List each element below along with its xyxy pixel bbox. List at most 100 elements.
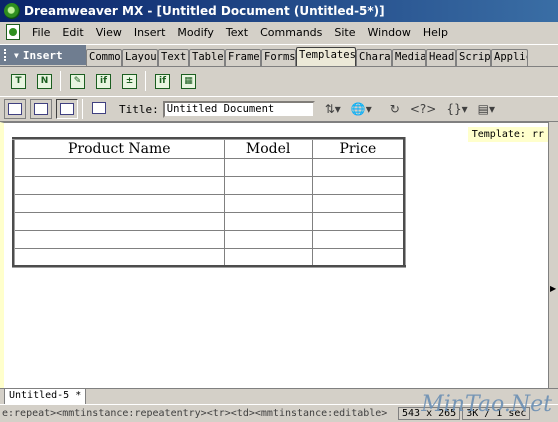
document-icon[interactable] bbox=[6, 24, 20, 40]
menu-view[interactable]: View bbox=[90, 26, 128, 39]
design-view-icon bbox=[60, 103, 74, 115]
dreamweaver-app-icon bbox=[4, 3, 20, 19]
window-title: Dreamweaver MX - [Untitled Document (Unt… bbox=[24, 4, 385, 18]
tab-characters[interactable]: Characters bbox=[356, 49, 392, 66]
tab-frames[interactable]: Frames bbox=[225, 49, 261, 66]
table-cell[interactable] bbox=[13, 194, 225, 213]
table-cell[interactable] bbox=[223, 248, 313, 267]
editable-optional-region-button[interactable]: if bbox=[152, 71, 172, 91]
tag-selector[interactable]: e:repeat><mmtinstance:repeatentry><tr><t… bbox=[0, 408, 396, 419]
column-header-price[interactable]: Price bbox=[311, 138, 406, 159]
table-row bbox=[13, 230, 406, 249]
expand-panel-arrow-icon[interactable]: ▶ bbox=[550, 284, 558, 300]
title-label: Title: bbox=[119, 102, 159, 116]
table-cell[interactable] bbox=[13, 158, 225, 177]
panel-splitter[interactable]: ▶ bbox=[548, 122, 558, 388]
file-management-icon[interactable]: ⇅▾ bbox=[325, 102, 341, 116]
nested-template-icon: N bbox=[37, 73, 52, 89]
title-bar: Dreamweaver MX - [Untitled Document (Unt… bbox=[0, 0, 558, 22]
table-cell[interactable] bbox=[13, 248, 225, 267]
code-view-button[interactable] bbox=[4, 99, 26, 119]
tab-media[interactable]: Media bbox=[392, 49, 426, 66]
code-navigation-icon[interactable]: {}▾ bbox=[446, 102, 467, 116]
table-cell[interactable] bbox=[13, 176, 225, 195]
table-cell[interactable] bbox=[13, 230, 225, 249]
menu-modify[interactable]: Modify bbox=[171, 26, 219, 39]
table-cell[interactable] bbox=[311, 176, 406, 195]
reference-icon[interactable]: <?> bbox=[410, 102, 436, 116]
code-view-icon bbox=[8, 103, 22, 115]
make-nested-template-button[interactable]: N bbox=[34, 71, 54, 91]
tab-text[interactable]: Text bbox=[158, 49, 189, 66]
split-view-button[interactable] bbox=[30, 99, 52, 119]
table-cell[interactable] bbox=[311, 230, 406, 249]
insert-object-strip: T N ✎ if ± if ▦ bbox=[0, 66, 558, 94]
menu-window[interactable]: Window bbox=[362, 26, 417, 39]
menu-bar: File Edit View Insert Modify Text Comman… bbox=[0, 22, 558, 42]
document-tab[interactable]: Untitled-5 * bbox=[4, 389, 87, 405]
table-header-row: Product Name Model Price bbox=[13, 138, 406, 159]
menu-commands[interactable]: Commands bbox=[254, 26, 328, 39]
separator bbox=[82, 99, 83, 119]
table-cell[interactable] bbox=[223, 230, 313, 249]
table-cell[interactable] bbox=[223, 158, 313, 177]
live-data-button[interactable] bbox=[89, 99, 111, 119]
tab-templates[interactable]: Templates bbox=[296, 47, 356, 66]
design-view-button[interactable] bbox=[56, 99, 78, 119]
document-toolbar: Title: ⇅▾ 🌐▾ ↻ <?> {}▾ ▤▾ bbox=[0, 96, 558, 122]
editable-region-button[interactable]: ✎ bbox=[67, 71, 87, 91]
document-title-input[interactable] bbox=[162, 100, 315, 118]
optional-region-button[interactable]: if bbox=[93, 71, 113, 91]
table-cell[interactable] bbox=[311, 158, 406, 177]
repeating-table-icon: ▦ bbox=[181, 73, 196, 89]
tab-head[interactable]: Head bbox=[426, 49, 456, 66]
table-row bbox=[13, 158, 406, 177]
table-row bbox=[13, 176, 406, 195]
table-cell[interactable] bbox=[311, 248, 406, 267]
insert-bar: ▼ Insert Common Layout Text Tables Frame… bbox=[0, 44, 558, 66]
editable-region-icon: ✎ bbox=[70, 73, 85, 89]
table-row bbox=[13, 248, 406, 267]
column-header-model[interactable]: Model bbox=[223, 138, 313, 159]
tab-tables[interactable]: Tables bbox=[189, 49, 225, 66]
insert-panel-header[interactable]: ▼ Insert bbox=[0, 45, 86, 65]
menu-site[interactable]: Site bbox=[328, 26, 361, 39]
table-row bbox=[13, 212, 406, 231]
table-row bbox=[13, 194, 406, 213]
menu-file[interactable]: File bbox=[26, 26, 56, 39]
refresh-icon[interactable]: ↻ bbox=[390, 102, 400, 116]
watermark: MinTao.Net bbox=[421, 392, 552, 417]
preview-in-browser-icon[interactable]: 🌐▾ bbox=[351, 102, 372, 116]
column-header-product-name[interactable]: Product Name bbox=[13, 138, 225, 159]
menu-edit[interactable]: Edit bbox=[56, 26, 89, 39]
template-icon: T bbox=[11, 73, 26, 89]
make-template-button[interactable]: T bbox=[8, 71, 28, 91]
collapse-arrow-icon[interactable]: ▼ bbox=[14, 51, 19, 60]
menu-insert[interactable]: Insert bbox=[128, 26, 172, 39]
tab-forms[interactable]: Forms bbox=[261, 49, 296, 66]
optional-region-icon: if bbox=[96, 73, 111, 89]
repeating-table[interactable]: Product Name Model Price bbox=[12, 137, 406, 268]
split-view-icon bbox=[34, 103, 48, 115]
table-cell[interactable] bbox=[223, 212, 313, 231]
menu-help[interactable]: Help bbox=[417, 26, 454, 39]
design-view-canvas[interactable]: Template: rr Product Name Model Price bbox=[0, 122, 548, 388]
tab-script[interactable]: Script bbox=[456, 49, 491, 66]
live-data-icon bbox=[92, 102, 106, 114]
table-cell[interactable] bbox=[13, 212, 225, 231]
view-options-icon[interactable]: ▤▾ bbox=[478, 102, 495, 116]
tab-layout[interactable]: Layout bbox=[122, 49, 158, 66]
table-cell[interactable] bbox=[223, 176, 313, 195]
repeating-table-button[interactable]: ▦ bbox=[178, 71, 198, 91]
menu-text[interactable]: Text bbox=[220, 26, 254, 39]
template-tag: Template: rr bbox=[467, 127, 548, 142]
repeating-region-button[interactable]: ± bbox=[119, 71, 139, 91]
table-cell[interactable] bbox=[311, 212, 406, 231]
gripper-icon[interactable] bbox=[4, 49, 10, 61]
separator bbox=[145, 70, 146, 91]
editable-optional-region-icon: if bbox=[155, 73, 170, 89]
tab-common[interactable]: Common bbox=[86, 49, 122, 66]
table-cell[interactable] bbox=[223, 194, 313, 213]
table-cell[interactable] bbox=[311, 194, 406, 213]
tab-application[interactable]: Application bbox=[491, 49, 528, 66]
